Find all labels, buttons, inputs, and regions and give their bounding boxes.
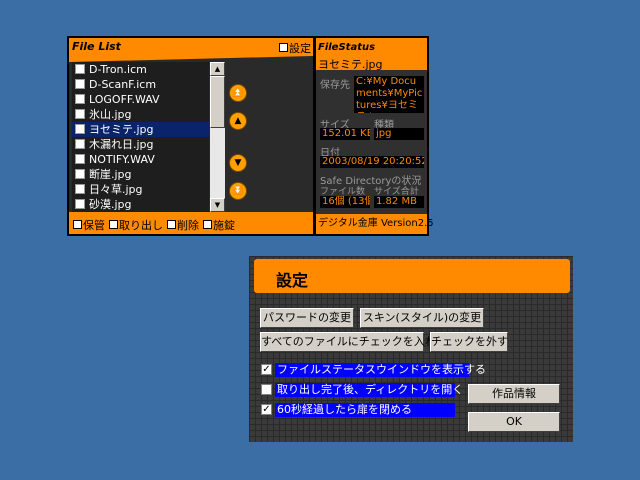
file-list-actions: 保管 取り出し 削除 施錠 (69, 212, 313, 234)
scroll-thumb[interactable] (210, 76, 225, 128)
size-total-value: 1.82 MB (374, 196, 424, 208)
save-to-value: C:¥My Documents¥MyPictures¥ヨセミテ.jpg (354, 76, 424, 113)
file-checkbox[interactable] (75, 199, 85, 209)
settings-checkbox[interactable] (279, 43, 288, 52)
file-list-header: File List 設定 (69, 38, 313, 56)
file-list-title: File List (72, 40, 121, 53)
move-up-button[interactable]: ▲ (229, 112, 247, 130)
file-checkbox[interactable] (75, 94, 85, 104)
file-checkbox[interactable] (75, 184, 85, 194)
move-down-button[interactable]: ▼ (229, 154, 247, 172)
move-top-button[interactable]: ⏫ (229, 84, 247, 102)
lock-action[interactable]: 施錠 (203, 217, 235, 233)
version-footer: デジタル金庫 Version2.5 (316, 214, 434, 234)
file-checkbox[interactable] (75, 124, 85, 134)
file-status-body: 保存先 C:¥My Documents¥MyPictures¥ヨセミテ.jpg … (316, 70, 427, 214)
file-status-pane: FileStatus ヨセミテ.jpg 保存先 C:¥My Documents¥… (316, 38, 434, 234)
file-list-item[interactable]: 砂漠.jpg (72, 197, 209, 212)
file-name: 氷山.jpg (89, 108, 132, 121)
extract-action[interactable]: 取り出し (109, 217, 163, 233)
file-checkbox[interactable] (75, 154, 85, 164)
option-label: 取り出し完了後、ディレクトリを開く (275, 383, 464, 397)
file-list-scrollbar[interactable]: ▲ ▼ (210, 62, 225, 212)
settings-label: 設定 (289, 42, 311, 55)
file-list-item[interactable]: 日々草.jpg (72, 182, 209, 197)
file-name: 木漏れ日.jpg (89, 138, 154, 151)
file-name: 断崖.jpg (89, 168, 132, 181)
file-status-header: FileStatus ヨセミテ.jpg (316, 38, 427, 71)
settings-dialog: 設定 パスワードの変更 スキン(スタイル)の変更 すべてのファイルにチェックを入… (249, 256, 573, 442)
file-list-item[interactable]: 氷山.jpg (72, 107, 209, 122)
file-checkbox[interactable] (75, 64, 85, 74)
digital-safe-window: File List 設定 D-Tron.icm D-ScanF.icm LOGOFF… (67, 36, 434, 236)
file-checkbox[interactable] (75, 109, 85, 119)
file-count-value: 16個 (13個) (320, 196, 370, 208)
option-label: ファイルステータスウインドウを表示する (275, 363, 486, 377)
scroll-down-button[interactable]: ▼ (210, 198, 225, 212)
file-name: D-Tron.icm (89, 63, 147, 76)
file-list-item[interactable]: D-Tron.icm (72, 62, 209, 77)
save-to-label: 保存先 (320, 80, 350, 91)
scroll-up-button[interactable]: ▲ (210, 62, 225, 76)
settings-toggle[interactable]: 設定 (279, 40, 311, 56)
file-checkbox[interactable] (75, 139, 85, 149)
file-name: NOTIFY.WAV (89, 153, 155, 166)
option-checkbox[interactable] (261, 384, 272, 395)
option-checkbox[interactable]: ✓ (261, 364, 272, 375)
file-list-item[interactable]: NOTIFY.WAV (72, 152, 209, 167)
change-skin-button[interactable]: スキン(スタイル)の変更 (360, 308, 484, 328)
check-all-button[interactable]: すべてのファイルにチェックを入れる (260, 332, 447, 352)
store-action[interactable]: 保管 (73, 217, 105, 233)
move-bottom-button[interactable]: ⏬ (229, 182, 247, 200)
ok-button[interactable]: OK (468, 412, 560, 432)
size-value: 152.01 KB (320, 128, 370, 140)
file-name: D-ScanF.icm (89, 78, 157, 91)
date-value: 2003/08/19 20:20:52 (320, 156, 424, 168)
change-password-button[interactable]: パスワードの変更 (260, 308, 354, 328)
settings-title: 設定 (276, 271, 309, 290)
file-name: LOGOFF.WAV (89, 93, 160, 106)
file-name: 日々草.jpg (89, 183, 143, 196)
type-value: jpg (374, 128, 424, 140)
file-list-pane: File List 設定 D-Tron.icm D-ScanF.icm LOGOFF… (69, 38, 313, 234)
option-checkbox[interactable]: ✓ (261, 404, 272, 415)
settings-header: 設定 (254, 259, 570, 293)
file-list-item[interactable]: ヨセミテ.jpg (72, 122, 209, 137)
file-list-item[interactable]: 木漏れ日.jpg (72, 137, 209, 152)
about-button[interactable]: 作品情報 (468, 384, 560, 404)
file-checkbox[interactable] (75, 79, 85, 89)
uncheck-button[interactable]: チェックを外す (430, 332, 508, 352)
file-status-title: FileStatus (318, 42, 376, 53)
file-name: ヨセミテ.jpg (89, 123, 154, 136)
file-list-item[interactable]: LOGOFF.WAV (72, 92, 209, 107)
file-checkbox[interactable] (75, 169, 85, 179)
move-buttons: ⏫ ▲ ▼ ⏬ (227, 62, 251, 212)
file-list-item[interactable]: 断崖.jpg (72, 167, 209, 182)
option-label: 60秒経過したら扉を閉める (275, 403, 455, 417)
file-list-item[interactable]: D-ScanF.icm (72, 77, 209, 92)
file-list[interactable]: D-Tron.icm D-ScanF.icm LOGOFF.WAV 氷山.jpg ヨセミ… (72, 62, 209, 212)
delete-action[interactable]: 削除 (167, 217, 199, 233)
file-name: 砂漠.jpg (89, 198, 132, 211)
